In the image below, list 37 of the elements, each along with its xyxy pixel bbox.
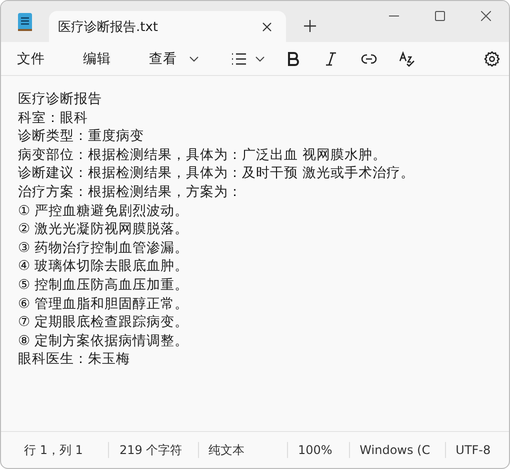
text-line: 科室：眼科 [18, 108, 89, 128]
text-line: ② 激光光凝防视网膜脱落。 [18, 220, 190, 239]
text-line: 病变部位：根据检测结果，具体为：广泛出血 视网膜水肿。 [18, 146, 388, 164]
notepad-icon [17, 12, 33, 32]
text-line: ⑤ 控制血压防高血压加重。 [18, 276, 190, 295]
italic-icon[interactable] [323, 50, 339, 66]
text-line: 治疗方案：根据检测结果，方案为： [18, 182, 243, 202]
text-line: ⑥ 管理血脂和胆固醇正常。 [18, 294, 190, 314]
chevron-icon[interactable] [189, 56, 199, 62]
text-line: 眼科医生：朱玉梅 [18, 350, 131, 369]
menu-item[interactable]: 编辑 [75, 46, 119, 72]
text-line: 医疗诊断报告 [18, 90, 103, 109]
text-line: ⑦ 定期眼底检查跟踪病变。 [18, 313, 190, 332]
list-icon [231, 52, 247, 64]
text-line: ④ 玻璃体切除去眼底血肿。 [18, 257, 190, 276]
status-text: Windows (C [360, 443, 432, 457]
bold-icon[interactable] [285, 50, 301, 66]
menu-item[interactable]: 文件 [9, 46, 53, 72]
text-line: ③ 药物治疗控制血管渗漏。 [18, 238, 190, 258]
status-text: 纯文本 [208, 442, 246, 458]
document-tab[interactable]: 医疗诊断报告.txt [49, 11, 286, 42]
plus-icon [304, 20, 316, 32]
menu-item[interactable]: 查看 [141, 46, 185, 72]
close-icon [481, 11, 491, 21]
text-line: ⑧ 定制方案依据病情调整。 [18, 332, 190, 350]
close-icon [262, 22, 272, 32]
text-line: ① 严控血糖避免剧烈波动。 [18, 202, 190, 220]
status-text: 行 1，列 1 [24, 442, 84, 458]
status-text: UTF-8 [456, 443, 492, 457]
text-line: 诊断建议：根据检测结果，具体为：及时干预 激光或手术治疗。 [18, 164, 416, 183]
chevron-icon [255, 56, 265, 62]
spellcheck-icon[interactable] [399, 50, 415, 66]
settings-icon[interactable] [483, 50, 501, 66]
maximize-icon [435, 11, 445, 21]
text-line: 诊断类型：重度病变 [18, 127, 145, 146]
status-text: 100% [298, 443, 334, 457]
status-text: 219 个字符 [119, 442, 184, 458]
